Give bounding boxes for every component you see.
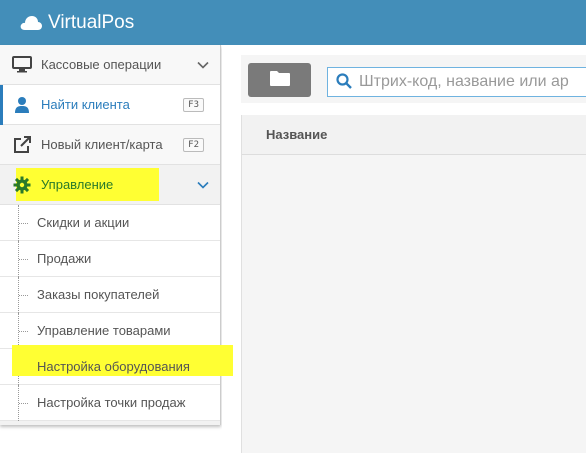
submenu-item-label: Настройка точки продаж bbox=[37, 395, 186, 410]
submenu-item-product-management[interactable]: Управление товарами bbox=[0, 313, 220, 349]
management-submenu: Скидки и акции Продажи Заказы покупателе… bbox=[0, 205, 220, 421]
folder-icon bbox=[269, 70, 291, 90]
chevron-down-icon bbox=[196, 58, 210, 72]
submenu-item-label: Заказы покупателей bbox=[37, 287, 160, 302]
brand[interactable]: VirtualPos bbox=[20, 12, 134, 34]
cloud-icon bbox=[20, 15, 42, 31]
monitor-icon bbox=[12, 56, 32, 74]
grid-header: Название bbox=[242, 115, 586, 155]
user-icon bbox=[12, 96, 32, 114]
sidebar-item-label: Управление bbox=[41, 177, 114, 192]
search-icon bbox=[336, 72, 352, 92]
main-content: Штрих-код, название или ар Название bbox=[222, 45, 586, 453]
app-title: VirtualPos bbox=[48, 11, 135, 33]
submenu-item-pos-settings[interactable]: Настройка точки продаж bbox=[0, 385, 220, 421]
search-input[interactable]: Штрих-код, название или ар bbox=[327, 67, 586, 97]
shortcut-badge: F3 bbox=[183, 97, 204, 112]
sidebar-item-label: Найти клиента bbox=[41, 97, 130, 112]
top-navbar: VirtualPos bbox=[0, 0, 586, 45]
products-grid: Название bbox=[241, 115, 586, 453]
folder-button[interactable] bbox=[248, 63, 311, 97]
chevron-down-icon bbox=[196, 178, 210, 192]
submenu-item-label: Управление товарами bbox=[37, 323, 171, 338]
submenu-item-label: Настройка оборудования bbox=[37, 359, 190, 374]
submenu-item-label: Продажи bbox=[37, 251, 92, 266]
external-link-icon bbox=[12, 135, 32, 154]
submenu-item-label: Скидки и акции bbox=[37, 215, 130, 230]
sidebar-item-label: Кассовые операции bbox=[41, 57, 162, 72]
sidebar-item-label: Новый клиент/карта bbox=[41, 137, 163, 152]
shortcut-badge: F2 bbox=[183, 137, 204, 152]
sidebar-item-find-client[interactable]: Найти клиента F3 bbox=[0, 85, 220, 125]
sidebar-item-new-client[interactable]: Новый клиент/карта F2 bbox=[0, 125, 220, 165]
submenu-item-discounts[interactable]: Скидки и акции bbox=[0, 205, 220, 241]
submenu-item-customer-orders[interactable]: Заказы покупателей bbox=[0, 277, 220, 313]
toolbar: Штрих-код, название или ар bbox=[241, 55, 586, 103]
sidebar-item-management[interactable]: Управление bbox=[0, 165, 220, 205]
sidebar-item-cash-operations[interactable]: Кассовые операции bbox=[0, 45, 220, 85]
gear-icon bbox=[12, 176, 32, 194]
submenu-item-sales[interactable]: Продажи bbox=[0, 241, 220, 277]
search-placeholder: Штрих-код, название или ар bbox=[359, 73, 569, 90]
column-header-name[interactable]: Название bbox=[266, 127, 327, 142]
